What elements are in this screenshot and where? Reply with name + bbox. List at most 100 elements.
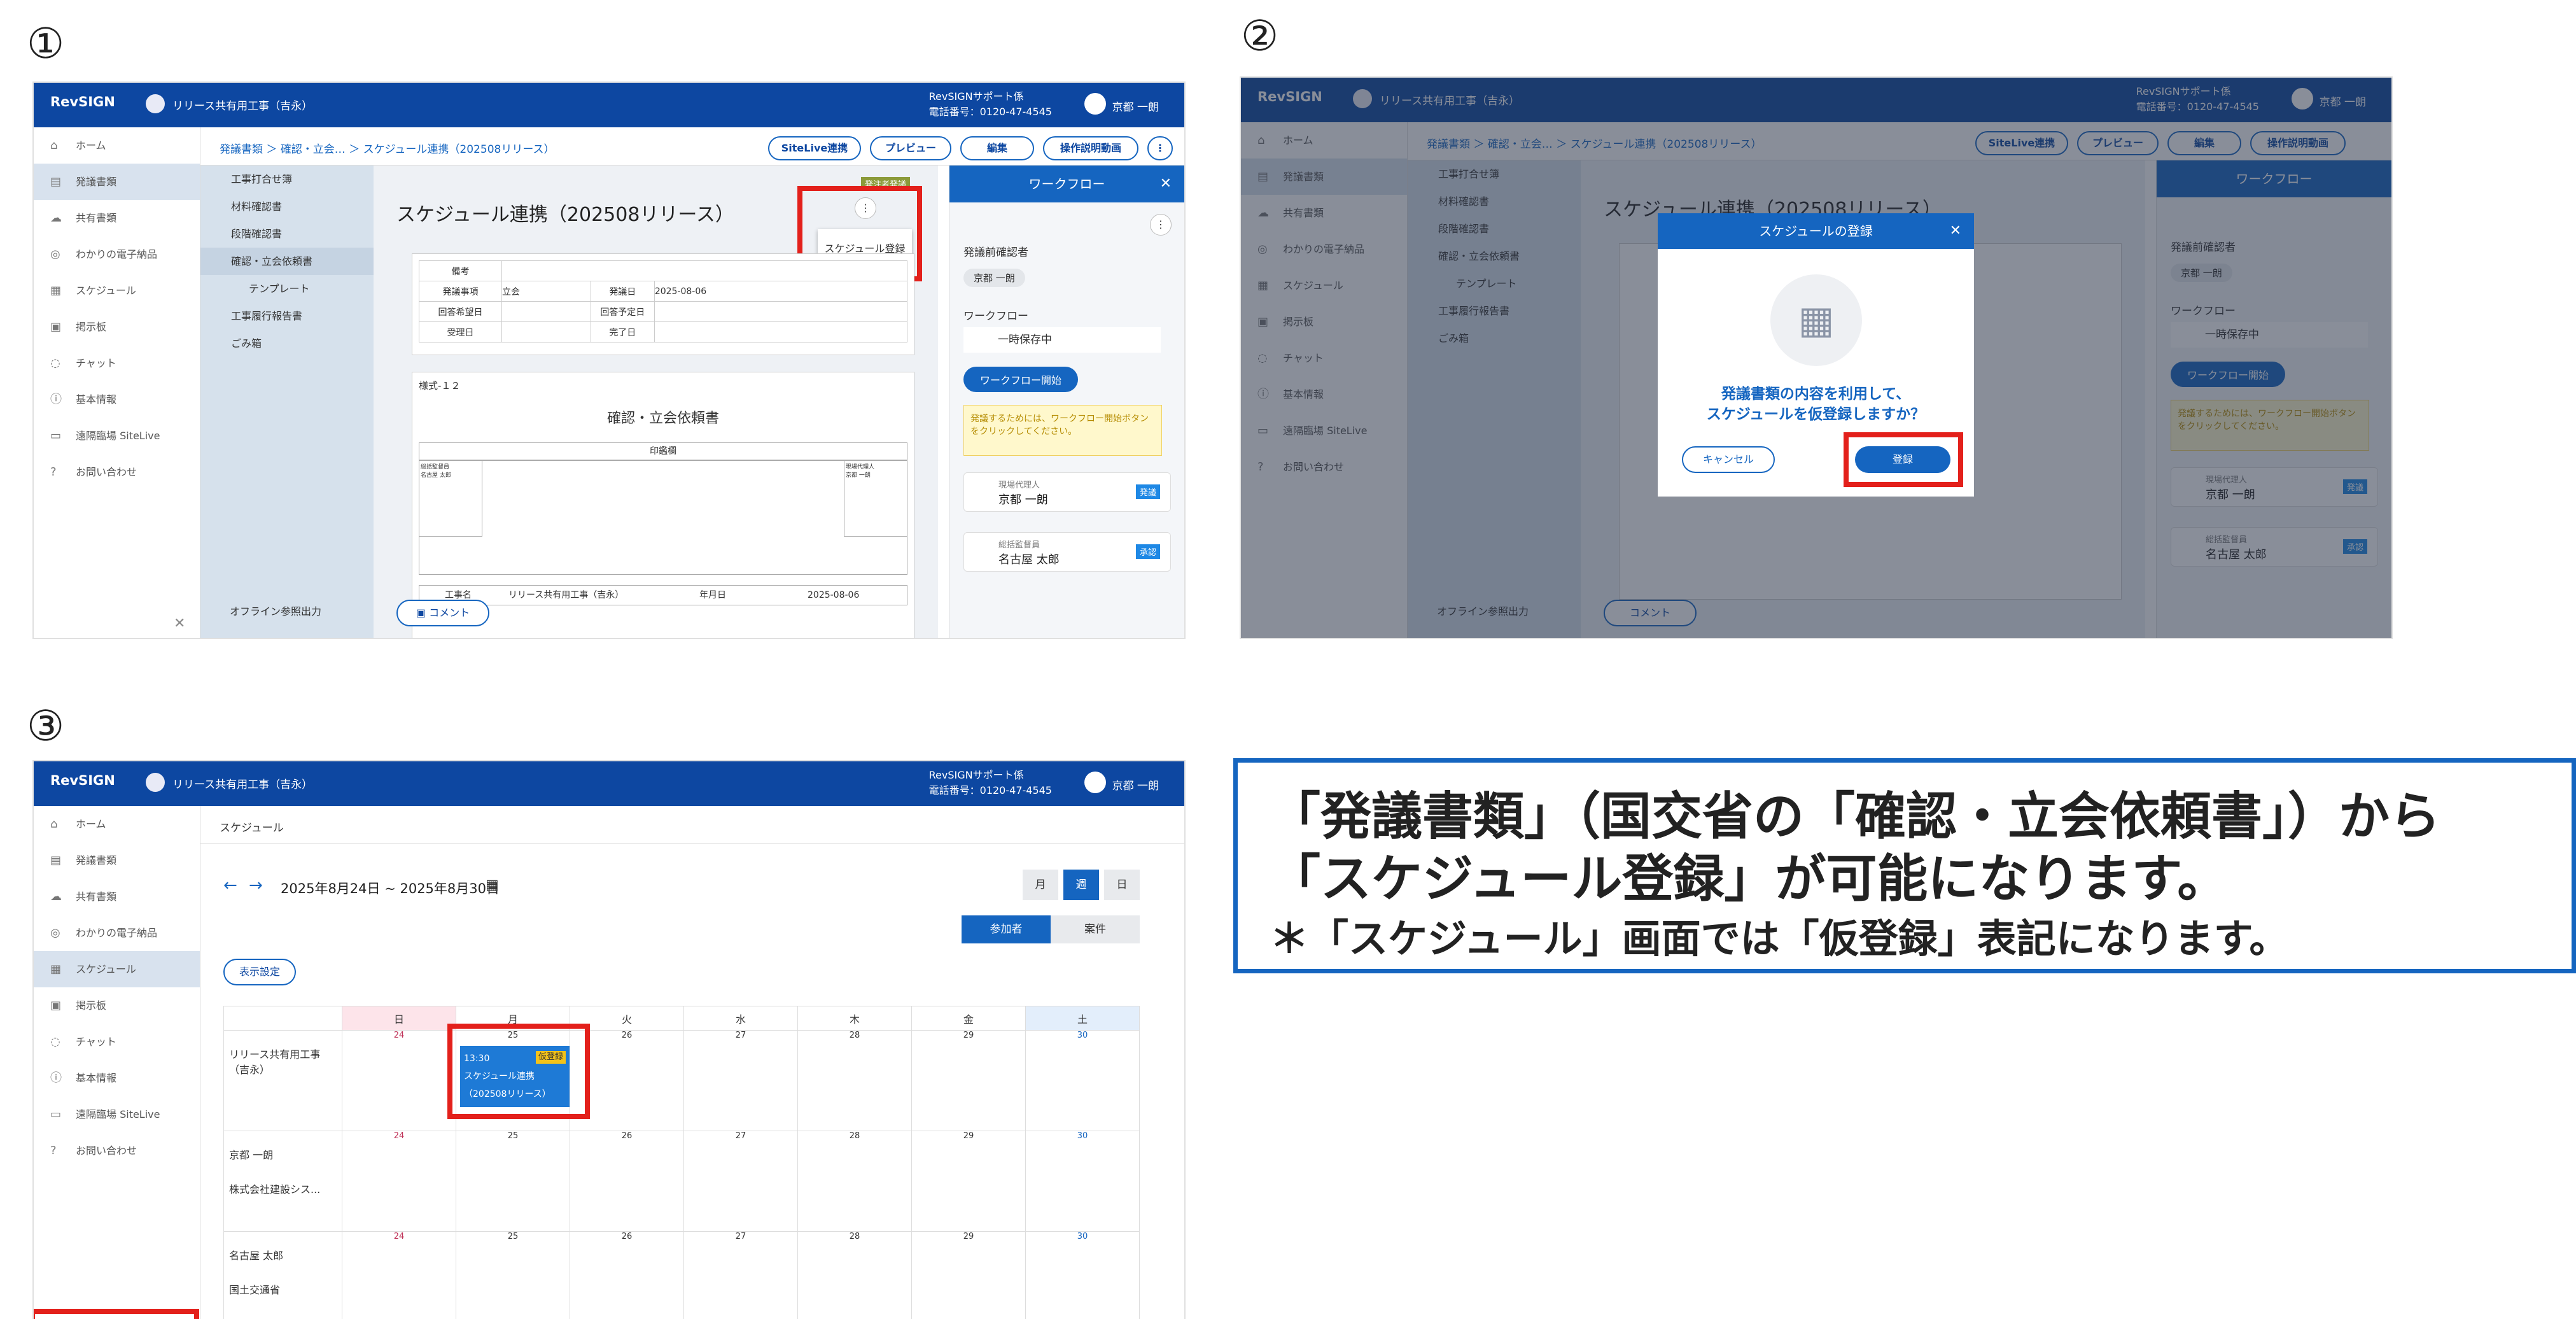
- nav-item-sitelive[interactable]: ▭ 遠隔臨場 SiteLive: [34, 1096, 200, 1132]
- day-cell[interactable]: 25: [456, 1131, 570, 1232]
- day-cell[interactable]: 30: [1025, 1131, 1140, 1232]
- nav-item-info[interactable]: ⓘ 基本情報: [34, 381, 200, 418]
- day-cell[interactable]: 25: [456, 1231, 570, 1319]
- weekday-header: 日: [342, 1006, 456, 1031]
- edit-button[interactable]: 編集: [960, 136, 1034, 160]
- day-cell[interactable]: 27: [683, 1030, 798, 1131]
- nav-item-info[interactable]: ⓘ 基本情報: [34, 1060, 200, 1096]
- offline-export[interactable]: オフライン参照出力: [230, 598, 321, 625]
- schedule-area: ← → 2025年8月24日 ~ 2025年8月30日 ▦ 月 週 日 参加者 …: [200, 844, 1184, 1319]
- nav-label: スケジュール: [76, 285, 136, 297]
- close-icon[interactable]: ✕: [1160, 166, 1172, 202]
- nav-item-board[interactable]: ▣ 掲示板: [34, 309, 200, 345]
- callout-line-3: ＊「スケジュール」画面では「仮登録」表記になります。: [1270, 915, 2289, 962]
- step-role: 現場代理人: [998, 481, 1040, 490]
- display-settings-button[interactable]: 表示設定: [223, 959, 296, 985]
- user-menu[interactable]: 京都 一朗: [1084, 97, 1159, 118]
- tree-item[interactable]: 材料確認書: [200, 193, 374, 220]
- project-selector[interactable]: リリース共有用工事（吉永）: [146, 775, 312, 794]
- tree-item[interactable]: 工事打合せ簿: [200, 166, 374, 193]
- date-label: 27: [735, 1031, 746, 1040]
- tree-item[interactable]: 確認・立会依頼書: [200, 248, 374, 275]
- close-icon[interactable]: ✕: [1950, 213, 1961, 249]
- page-title: スケジュール連携（202508リリース）: [396, 204, 734, 226]
- day-cell[interactable]: 29: [911, 1231, 1026, 1319]
- board-icon: ▣: [50, 999, 62, 1012]
- calendar-icon: ▦: [50, 963, 62, 976]
- status-text: 一時保存中: [998, 334, 1052, 346]
- cloud-icon: ☁: [50, 211, 62, 225]
- row-name: 名古屋 太郎: [229, 1250, 284, 1262]
- comment-button[interactable]: ▣ コメント: [396, 600, 489, 626]
- form-title: 確認・立会依頼書: [606, 411, 719, 427]
- sitelive-icon: ▭: [50, 429, 62, 442]
- tree-item[interactable]: ごみ箱: [200, 330, 374, 357]
- cell: 回答希望日: [419, 301, 502, 322]
- tree-item[interactable]: 工事履行報告書: [200, 302, 374, 330]
- nav-item-contact[interactable]: ? お問い合わせ: [34, 1132, 200, 1169]
- nav-item-shared-docs[interactable]: ☁ 共有書類: [34, 878, 200, 915]
- app-logo: RevSIGN: [50, 773, 115, 788]
- nav-item-chat[interactable]: ◌ チャット: [34, 1024, 200, 1060]
- view-day-button[interactable]: 日: [1104, 870, 1140, 900]
- nav-item-board[interactable]: ▣ 掲示板: [34, 987, 200, 1024]
- nav-item-shared-docs[interactable]: ☁ 共有書類: [34, 200, 200, 236]
- preview-button[interactable]: プレビュー: [870, 136, 951, 160]
- workflow-start-button[interactable]: ワークフロー開始: [963, 367, 1079, 392]
- mode-participants-button[interactable]: 参加者: [962, 915, 1051, 943]
- nav-label: 遠隔臨場 SiteLive: [76, 430, 160, 442]
- day-cell[interactable]: 27: [683, 1131, 798, 1232]
- workflow-menu-icon[interactable]: ⋮: [1150, 214, 1172, 236]
- user-menu[interactable]: 京都 一朗: [1084, 775, 1159, 797]
- next-week-icon[interactable]: →: [249, 876, 263, 895]
- day-cell[interactable]: 24: [342, 1030, 456, 1131]
- date-picker-icon[interactable]: ▦: [486, 877, 499, 893]
- mode-projects-button[interactable]: 案件: [1051, 915, 1140, 943]
- breadcrumb-bar: スケジュール: [200, 806, 1184, 844]
- view-week-button[interactable]: 週: [1063, 870, 1099, 900]
- day-cell[interactable]: 26: [570, 1131, 684, 1232]
- nav-item-edelivery[interactable]: ◎ わかりの電子納品: [34, 236, 200, 272]
- day-cell[interactable]: 28: [797, 1131, 912, 1232]
- cell: 2025-08-06: [808, 590, 860, 600]
- breadcrumb[interactable]: 発議書類 ＞ 確認・立会… ＞ スケジュール連携（202508リリース）: [220, 140, 554, 156]
- prev-week-icon[interactable]: ←: [223, 876, 237, 895]
- day-cell[interactable]: 24: [342, 1131, 456, 1232]
- nav-label: お問い合わせ: [76, 466, 137, 478]
- nav-item-chat[interactable]: ◌ チャット: [34, 345, 200, 381]
- nav-item-schedule[interactable]: ▦ スケジュール: [34, 272, 200, 309]
- cell: 備考: [419, 260, 502, 281]
- day-cell[interactable]: 29: [911, 1131, 1026, 1232]
- day-cell[interactable]: 30: [1025, 1030, 1140, 1131]
- day-cell[interactable]: 28: [797, 1231, 912, 1319]
- workflow-step-card: 現場代理人京都 一朗 発議: [963, 472, 1171, 512]
- project-selector[interactable]: リリース共有用工事（吉永）: [146, 97, 312, 116]
- nav-item-proposal-docs[interactable]: ▤ 発議書類: [34, 164, 200, 200]
- tree-item[interactable]: テンプレート: [200, 275, 374, 302]
- view-month-button[interactable]: 月: [1023, 870, 1058, 900]
- day-cell[interactable]: 27: [683, 1231, 798, 1319]
- nav-item-home[interactable]: ⌂ ホーム: [34, 127, 200, 164]
- nav-label: ホーム: [76, 139, 106, 152]
- seal-supervisor: 総括監督員 名古屋 太郎: [419, 460, 482, 537]
- cancel-button[interactable]: キャンセル: [1682, 446, 1775, 473]
- nav-item-schedule[interactable]: ▦ スケジュール: [34, 951, 200, 987]
- nav-item-edelivery[interactable]: ◎ わかりの電子納品: [34, 915, 200, 951]
- day-cell[interactable]: 26: [570, 1231, 684, 1319]
- more-menu-icon[interactable]: ⋮: [1147, 136, 1173, 160]
- collapse-icon[interactable]: ✕: [174, 616, 185, 631]
- nav-item-contact[interactable]: ? お問い合わせ: [34, 454, 200, 490]
- nav-item-sitelive[interactable]: ▭ 遠隔臨場 SiteLive: [34, 418, 200, 454]
- nav-item-proposal-docs[interactable]: ▤ 発議書類: [34, 842, 200, 878]
- day-cell[interactable]: 30: [1025, 1231, 1140, 1319]
- day-cell[interactable]: 28: [797, 1030, 912, 1131]
- manual-video-button[interactable]: 操作説明動画: [1043, 136, 1138, 160]
- day-cell[interactable]: 29: [911, 1030, 1026, 1131]
- table-row: リリース共有用工事（吉永） 24 25 13:30 仮登録 スケジュール連携（2…: [223, 1030, 1140, 1131]
- dialog-message: 発議書類の内容を利用して、 スケジュールを仮登録しますか？: [1658, 384, 1974, 425]
- sitelive-button[interactable]: SiteLive連携: [768, 136, 861, 160]
- breadcrumb-bar: 発議書類 ＞ 確認・立会… ＞ スケジュール連携（202508リリース） Sit…: [200, 127, 1184, 166]
- day-cell[interactable]: 24: [342, 1231, 456, 1319]
- tree-item[interactable]: 段階確認書: [200, 220, 374, 248]
- nav-item-home[interactable]: ⌂ ホーム: [34, 806, 200, 842]
